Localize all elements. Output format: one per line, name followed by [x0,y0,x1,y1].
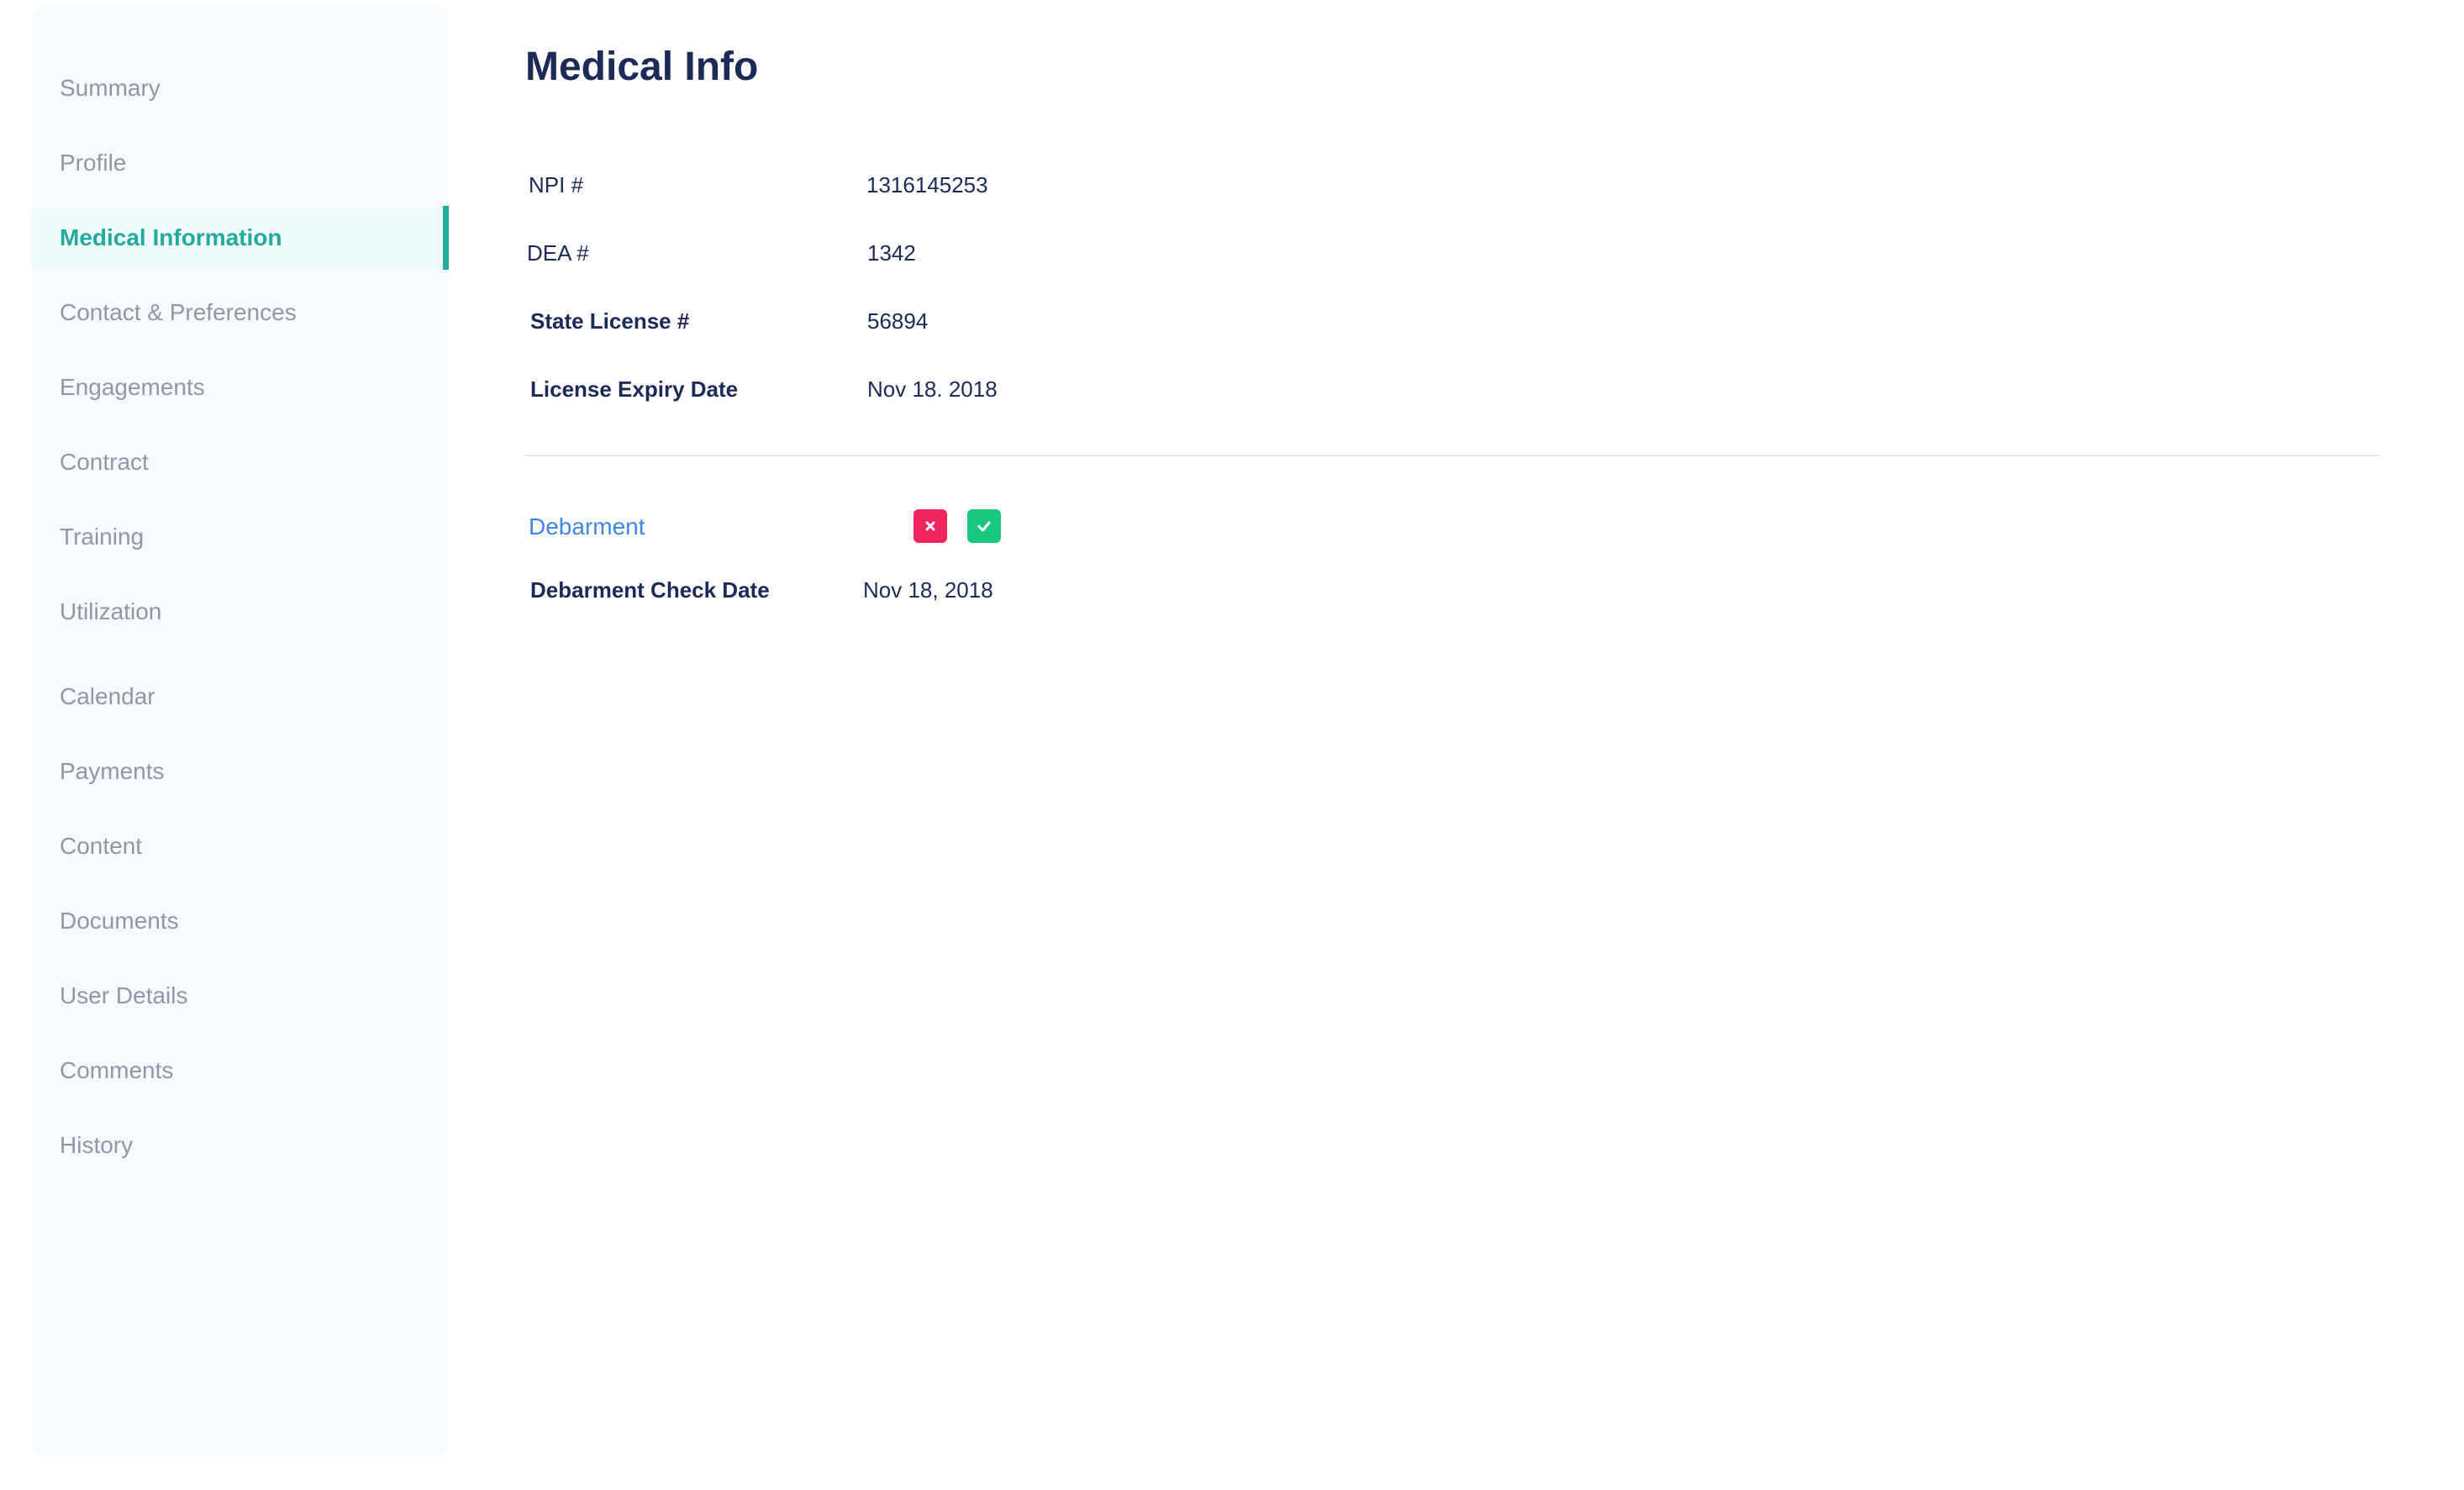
sidebar-item-profile[interactable]: Profile [32,131,449,195]
debarment-check-date-value: Nov 18, 2018 [863,577,993,603]
sidebar-item-utilization[interactable]: Utilization [32,580,449,644]
sidebar-item-training[interactable]: Training [32,505,449,569]
sidebar-item-medical-information[interactable]: Medical Information [32,206,449,270]
sidebar-item-summary[interactable]: Summary [32,56,449,120]
debarment-link[interactable]: Debarment [529,513,645,540]
dea-label: DEA # [527,240,589,266]
sidebar-item-history[interactable]: History [32,1114,449,1177]
npi-value: 1316145253 [866,172,988,197]
sidebar-item-calendar[interactable]: Calendar [32,665,449,729]
sidebar-item-content[interactable]: Content [32,814,449,878]
debarment-check-date-label: Debarment Check Date [530,577,770,603]
sidebar: Summary Profile Medical Information Cont… [32,7,449,1456]
state-license-label: State License # [530,308,690,334]
license-expiry-label: License Expiry Date [530,376,739,402]
debarment-approve-button[interactable] [967,509,1001,543]
page: Summary Profile Medical Information Cont… [0,0,2464,1490]
state-license-value: 56894 [867,308,929,334]
section-divider [524,455,2380,456]
license-expiry-value: Nov 18. 2018 [867,376,998,402]
npi-label: NPI # [529,172,584,197]
sidebar-item-contract[interactable]: Contract [32,430,449,494]
dea-value: 1342 [867,240,916,266]
sidebar-item-user-details[interactable]: User Details [32,964,449,1028]
sidebar-item-engagements[interactable]: Engagements [32,355,449,419]
sidebar-item-comments[interactable]: Comments [32,1039,449,1103]
check-icon [976,518,992,534]
page-title: Medical Info [525,45,759,89]
close-icon [922,518,939,534]
sidebar-item-payments[interactable]: Payments [32,740,449,803]
sidebar-item-contact-preferences[interactable]: Contact & Preferences [32,281,449,345]
sidebar-item-documents[interactable]: Documents [32,889,449,953]
debarment-reject-button[interactable] [913,509,947,543]
